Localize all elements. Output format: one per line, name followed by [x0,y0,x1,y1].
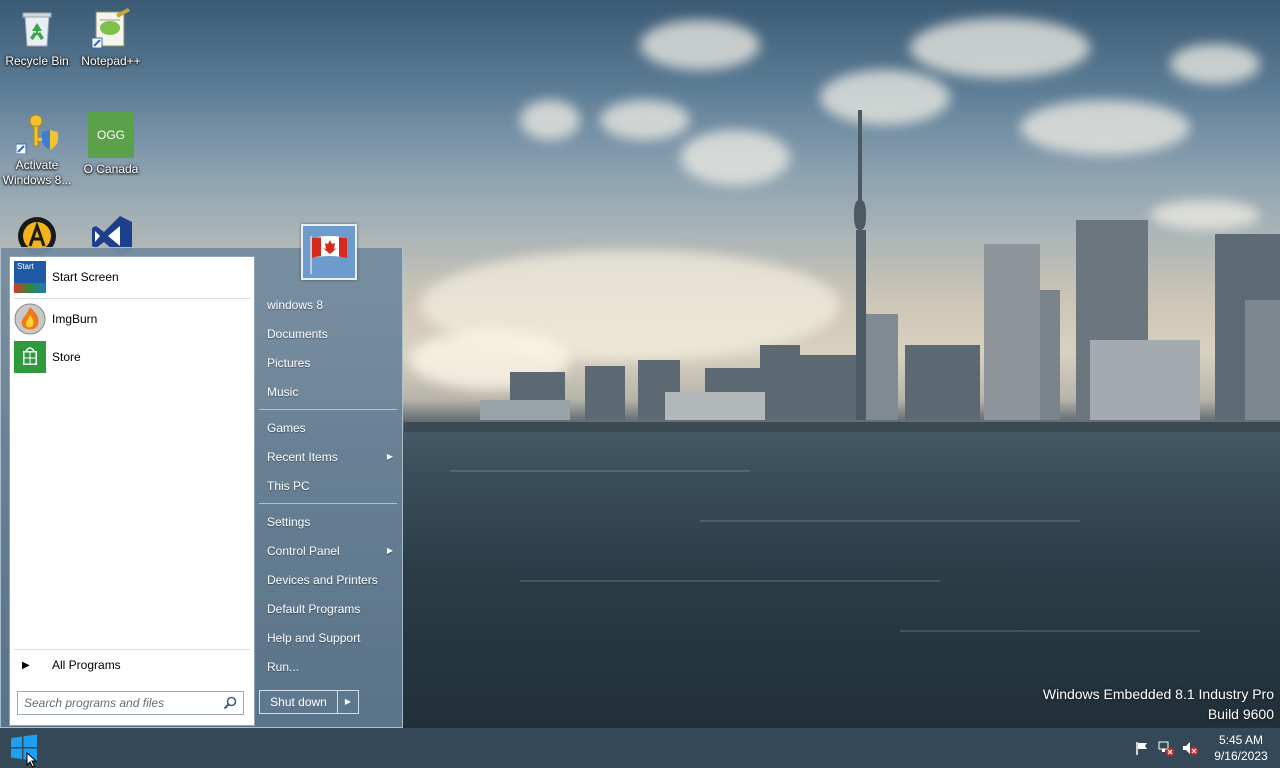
settings-link[interactable]: Settings [259,510,399,534]
devices-printers-link[interactable]: Devices and Printers [259,568,399,592]
start-button[interactable] [0,728,48,768]
windows-watermark: Windows Embedded 8.1 Industry Pro Build … [1043,684,1274,724]
store-label: Store [52,350,81,364]
search-input[interactable] [24,696,214,710]
imgburn-label: ImgBurn [52,312,98,326]
right-separator-2 [259,503,397,504]
clock-time: 5:45 AM [1218,733,1264,747]
user-folder-link[interactable]: windows 8 [259,293,399,317]
control-panel-link[interactable]: Control Panel ▶ [259,539,399,563]
all-programs-separator [14,649,250,650]
watermark-edition: Windows Embedded 8.1 Industry Pro [1042,686,1274,702]
search-box[interactable] [17,691,244,715]
run-link[interactable]: Run... [259,655,399,679]
notepadpp-icon [90,8,132,50]
ogg-badge: OGG [96,128,125,142]
this-pc-link[interactable]: This PC [259,474,399,498]
clock-date: 9/16/2023 [1214,749,1268,763]
start-menu-programs-pane: Start Start Screen ImgBurn Store ▶ All P… [9,256,255,726]
all-programs-button[interactable]: ▶ All Programs [14,654,250,676]
store-item[interactable]: Store [14,339,250,375]
recent-items-link[interactable]: Recent Items ▶ [259,445,399,469]
imgburn-icon [14,303,46,335]
recycle-bin-label: Recycle Bin [5,54,69,68]
notepadpp-desktop-icon[interactable]: Notepad++ [74,8,148,69]
right-separator-1 [259,409,397,410]
network-disconnected-icon[interactable] [1154,736,1178,760]
o-canada-desktop-icon[interactable]: OGG O Canada [74,112,148,177]
user-picture[interactable] [301,224,357,280]
pictures-link[interactable]: Pictures [259,351,399,375]
activate-windows-label: Activate Windows 8... [2,158,72,187]
recycle-bin-icon [16,8,58,50]
action-center-flag-icon[interactable] [1130,736,1154,760]
notepadpp-label: Notepad++ [81,54,141,68]
activate-windows-desktop-icon[interactable]: Activate Windows 8... [0,112,74,188]
watermark-build: Build 9600 [1207,706,1274,722]
submenu-arrow-icon: ▶ [386,452,393,461]
system-tray: 5:45 AM 9/16/2023 [1130,728,1280,768]
store-icon [14,341,46,373]
games-link[interactable]: Games [259,416,399,440]
default-programs-link[interactable]: Default Programs [259,597,399,621]
taskbar: 5:45 AM 9/16/2023 [0,728,1280,768]
shutdown-button[interactable]: Shut down [260,691,338,713]
recycle-bin-desktop-icon[interactable]: Recycle Bin [0,8,74,69]
search-icon[interactable] [223,696,237,713]
start-screen-label: Start Screen [52,270,119,284]
start-screen-item[interactable]: Start Start Screen [14,259,250,295]
o-canada-label: O Canada [83,162,139,176]
all-programs-label: All Programs [52,658,121,672]
ogg-file-icon: OGG [88,112,134,158]
key-shield-icon [15,112,58,155]
shutdown-options-arrow-icon[interactable]: ▶ [338,691,358,713]
music-link[interactable]: Music [259,380,399,404]
start-badge: Start [17,262,34,271]
taskbar-clock[interactable]: 5:45 AM 9/16/2023 [1202,732,1280,764]
shutdown-control: Shut down ▶ [259,690,359,714]
help-support-link[interactable]: Help and Support [259,626,399,650]
triangle-right-icon: ▶ [22,659,30,671]
documents-link[interactable]: Documents [259,322,399,346]
start-screen-icon: Start [14,261,46,293]
pinned-separator [14,298,250,299]
submenu-arrow-icon: ▶ [386,546,393,555]
start-menu: Start Start Screen ImgBurn Store ▶ All P… [0,224,403,728]
imgburn-item[interactable]: ImgBurn [14,301,250,337]
canada-flag-icon [303,226,355,278]
volume-muted-icon[interactable] [1178,736,1202,760]
